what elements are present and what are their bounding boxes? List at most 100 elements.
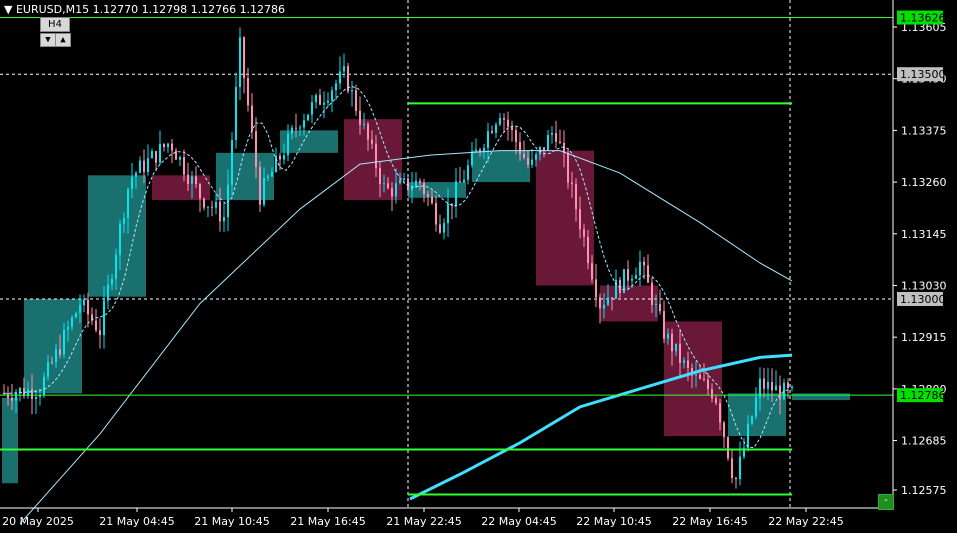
time-tick-label: 22 May 22:45	[768, 515, 843, 528]
m15-candle-body	[391, 188, 393, 197]
m15-candle-body	[99, 330, 101, 336]
m15-candle-body	[687, 360, 689, 369]
m15-candle-body	[287, 133, 289, 156]
time-tick-label: 20 May 2025	[2, 515, 74, 528]
m15-candle-body	[175, 150, 177, 160]
m15-candle-body	[371, 139, 373, 144]
time-tick-label: 21 May 22:45	[386, 515, 461, 528]
m15-candle-body	[547, 134, 549, 151]
timeframe-widget: H4 ▼ ▲	[38, 17, 71, 47]
m15-candle-body	[11, 397, 13, 401]
minus-button[interactable]: -	[878, 494, 894, 510]
m15-candle-body	[191, 176, 193, 184]
m15-candle-body	[499, 117, 501, 125]
m15-candle-body	[343, 66, 345, 72]
m15-candle-body	[555, 133, 557, 142]
m15-candle-body	[431, 196, 433, 204]
m15-candle-body	[283, 155, 285, 160]
m15-candle-body	[51, 361, 53, 363]
m15-candle-body	[659, 303, 661, 312]
timeframe-up-button[interactable]: ▲	[55, 33, 71, 47]
price-tick-label: 1.12575	[901, 484, 947, 497]
timeframe-label[interactable]: H4	[40, 17, 70, 32]
m15-candle-body	[663, 311, 665, 339]
m15-candle-body	[463, 179, 465, 183]
m15-candle-body	[519, 142, 521, 155]
m15-candle-body	[379, 168, 381, 185]
m15-candle-body	[399, 179, 401, 184]
m15-candle-body	[335, 83, 337, 91]
m15-candle-body	[759, 378, 761, 398]
m15-candle-body	[591, 263, 593, 280]
time-tick-label: 21 May 04:45	[99, 515, 174, 528]
m15-candle-body	[467, 165, 469, 180]
m15-candle-body	[715, 398, 717, 404]
m15-candle-body	[207, 206, 209, 208]
m15-candle-body	[151, 151, 153, 159]
m15-candle-body	[791, 386, 793, 389]
m15-candle-body	[331, 90, 333, 101]
h4-candle-box	[152, 175, 210, 201]
price-tick-label: 1.13375	[901, 124, 947, 137]
m15-candle-body	[219, 201, 221, 222]
m15-candle-body	[655, 303, 657, 306]
m15-candle-body	[711, 388, 713, 399]
m15-candle-body	[571, 182, 573, 185]
timeframe-down-button[interactable]: ▼	[40, 33, 56, 47]
m15-candle-body	[115, 254, 117, 279]
m15-candle-body	[311, 102, 313, 115]
m15-candle-body	[15, 393, 17, 401]
m15-candle-body	[279, 155, 281, 160]
m15-candle-body	[443, 223, 445, 233]
m15-candle-body	[631, 278, 633, 281]
m15-candle-body	[427, 194, 429, 197]
h4-candle-box	[792, 393, 850, 401]
m15-candle-body	[199, 183, 201, 199]
m15-candle-body	[599, 297, 601, 309]
m15-candle-body	[135, 172, 137, 177]
ohlc-values: 1.12770 1.12798 1.12766 1.12786	[92, 3, 286, 16]
m15-candle-body	[479, 149, 481, 152]
m15-candle-body	[755, 397, 757, 417]
m15-candle-body	[299, 127, 301, 129]
m15-candle-body	[595, 279, 597, 298]
price-chart[interactable]: 1.136051.134901.133751.132601.131451.130…	[0, 0, 957, 533]
m15-candle-body	[543, 147, 545, 151]
m15-candle-body	[719, 403, 721, 423]
dropdown-triangle-icon[interactable]: ▼	[4, 3, 12, 16]
price-tick-label: 1.13260	[901, 176, 947, 189]
m15-candle-body	[643, 261, 645, 266]
m15-candle-body	[395, 183, 397, 197]
m15-candle-body	[315, 95, 317, 103]
m15-candle-body	[67, 326, 69, 330]
m15-candle-body	[179, 157, 181, 160]
m15-candle-body	[163, 143, 165, 148]
m15-candle-body	[159, 143, 161, 163]
m15-candle-body	[231, 140, 233, 185]
m15-candle-body	[507, 119, 509, 127]
m15-candle-body	[211, 206, 213, 208]
m15-candle-body	[247, 78, 249, 106]
m15-candle-body	[367, 123, 369, 140]
m15-candle-body	[667, 333, 669, 339]
m15-candle-body	[251, 105, 253, 132]
m15-candle-body	[203, 198, 205, 208]
m15-candle-body	[739, 456, 741, 480]
m15-candle-body	[55, 349, 57, 363]
m15-candle-body	[603, 304, 605, 309]
m15-candle-body	[303, 120, 305, 128]
price-tag-label: 1.13500	[900, 68, 946, 81]
m15-candle-body	[291, 127, 293, 134]
m15-candle-body	[407, 178, 409, 191]
m15-candle-body	[167, 143, 169, 148]
m15-candle-body	[611, 297, 613, 299]
m15-candle-body	[527, 157, 529, 165]
price-tag-label: 1.13626	[900, 12, 946, 25]
m15-candle-body	[583, 229, 585, 237]
price-tick-label: 1.12685	[901, 435, 947, 448]
m15-candle-body	[647, 265, 649, 283]
m15-candle-body	[171, 143, 173, 151]
m15-candle-body	[63, 329, 65, 355]
m15-candle-body	[699, 374, 701, 379]
m15-candle-body	[735, 477, 737, 480]
